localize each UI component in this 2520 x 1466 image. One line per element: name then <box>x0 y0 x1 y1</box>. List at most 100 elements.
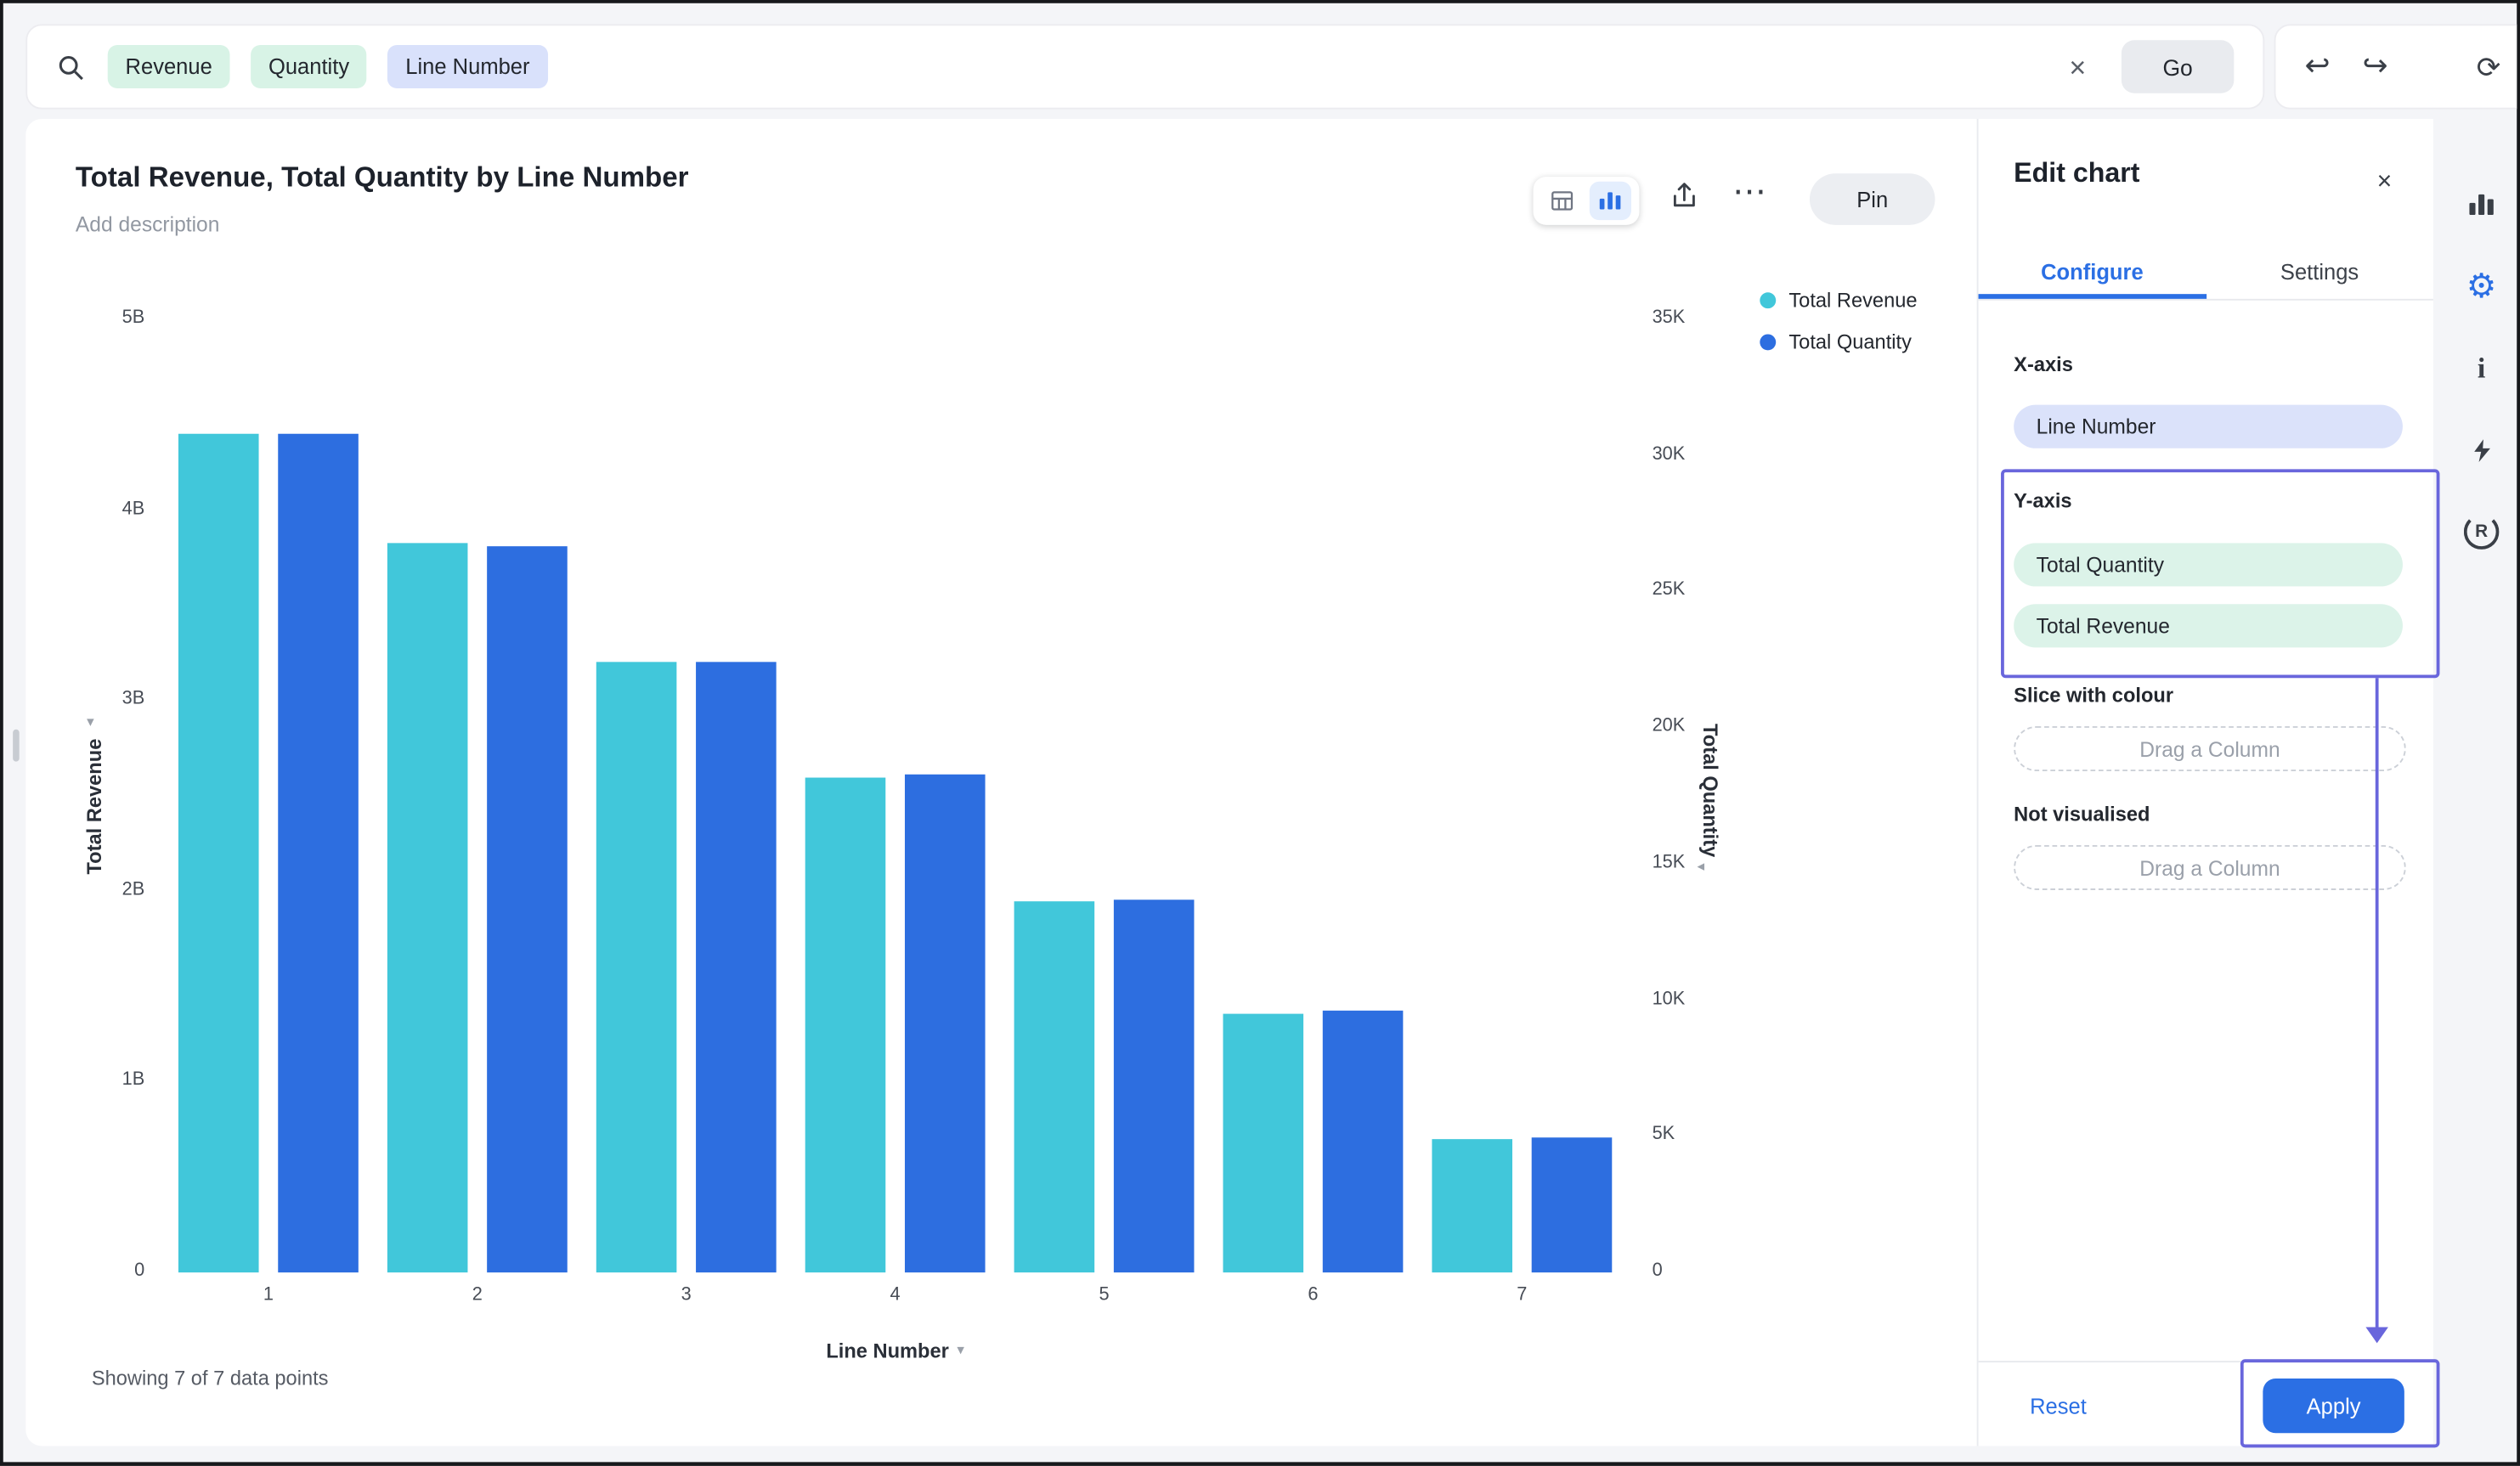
legend-dot-icon <box>1760 334 1777 351</box>
y-axis-right-title[interactable]: Total Quantity <box>1698 724 1720 857</box>
r-letter: R <box>2463 514 2500 550</box>
legend-dot-icon <box>1760 292 1777 309</box>
undo-icon[interactable]: ↩ <box>2305 52 2331 82</box>
y-axis-left-sort-caret-icon: ▾ <box>87 713 94 730</box>
chart-view-icon[interactable] <box>1590 181 1632 221</box>
x-tick-label: 2 <box>472 1285 483 1305</box>
y-tick-label-left: 2B <box>121 880 145 899</box>
x-tick-label: 7 <box>1517 1285 1528 1305</box>
legend-item[interactable]: Total Revenue <box>1760 289 1918 312</box>
bar-total-quantity[interactable] <box>696 663 777 1273</box>
y-tick-label-right: 20K <box>1652 716 1686 736</box>
y-tick-label-left: 4B <box>121 499 145 519</box>
go-button[interactable]: Go <box>2121 40 2235 93</box>
bar-total-revenue[interactable] <box>596 663 677 1273</box>
edit-chart-panel: Edit chart × Configure Settings X-axis L… <box>1976 118 2440 1448</box>
viz-type-toggle <box>1533 177 1640 225</box>
bar-total-revenue[interactable] <box>1014 900 1095 1273</box>
y-axis-column-pill-total-revenue[interactable]: Total Revenue <box>2014 604 2403 648</box>
panel-resize-handle[interactable] <box>13 729 20 762</box>
bar-total-quantity[interactable] <box>904 774 986 1273</box>
x-tick-label: 4 <box>890 1285 901 1305</box>
search-token-line-number[interactable]: Line Number <box>387 44 548 89</box>
chart-card: Total Revenue, Total Quantity by Line Nu… <box>25 118 1977 1446</box>
y-tick-label-left: 0 <box>134 1260 145 1281</box>
x-tick-label: 3 <box>681 1285 692 1305</box>
bar-total-quantity[interactable] <box>1113 899 1195 1273</box>
chart-legend: Total Revenue Total Quantity <box>1760 289 1918 353</box>
x-axis-sort-caret-icon: ▾ <box>957 1341 964 1358</box>
bar-total-revenue[interactable] <box>178 434 259 1273</box>
bar-total-revenue[interactable] <box>1432 1139 1512 1273</box>
tab-configure[interactable]: Configure <box>1978 247 2206 299</box>
bar-total-revenue[interactable] <box>387 542 468 1273</box>
x-tick-label: 6 <box>1308 1285 1319 1305</box>
y-tick-label-right: 10K <box>1652 989 1686 1009</box>
chart-title: Total Revenue, Total Quantity by Line Nu… <box>75 161 689 193</box>
y-tick-label-left: 3B <box>121 689 145 709</box>
not-visualised-section-label: Not visualised <box>2014 803 2150 826</box>
bar-total-revenue[interactable] <box>805 776 886 1273</box>
app-root: Revenue Quantity Line Number × Go ↩ ↪ ⟳ … <box>0 0 2520 1466</box>
search-icon <box>56 52 85 81</box>
x-axis-title-text: Line Number <box>826 1339 949 1363</box>
lightning-icon[interactable] <box>2461 429 2502 471</box>
legend-item[interactable]: Total Quantity <box>1760 331 1917 353</box>
y-tick-label-right: 30K <box>1652 444 1686 465</box>
slice-section-label: Slice with colour <box>2014 684 2174 708</box>
x-axis-title[interactable]: Line Number ▾ <box>164 1340 1626 1362</box>
legend-label: Total Quantity <box>1788 330 1912 354</box>
clear-search-icon[interactable]: × <box>2069 52 2086 81</box>
search-token-revenue[interactable]: Revenue <box>107 44 230 89</box>
bar-total-quantity[interactable] <box>1322 1011 1404 1273</box>
panel-tabs: Configure Settings <box>1978 247 2433 301</box>
legend-label: Total Revenue <box>1788 289 1918 312</box>
panel-footer: Reset Apply <box>1978 1359 2440 1448</box>
r-analysis-icon[interactable]: R <box>2461 511 2502 553</box>
x-axis-section-label: X-axis <box>2014 353 2073 376</box>
not-visualised-drop-zone[interactable]: Drag a Column <box>2014 844 2406 890</box>
panel-title: Edit chart <box>2014 157 2140 189</box>
bar-total-quantity[interactable] <box>487 545 568 1273</box>
y-tick-label-left: 1B <box>121 1070 145 1091</box>
annotation-arrow-line <box>2375 678 2379 1331</box>
table-view-icon[interactable] <box>1540 182 1582 220</box>
gear-icon[interactable]: ⚙ <box>2461 265 2502 307</box>
y-tick-label-right: 5K <box>1652 1125 1675 1145</box>
y-axis-left-title[interactable]: Total Revenue <box>83 739 105 875</box>
data-points-status: Showing 7 of 7 data points <box>91 1367 329 1390</box>
y-tick-label-right: 25K <box>1652 580 1686 600</box>
history-bar: ↩ ↪ ⟳ <box>2274 24 2517 110</box>
redo-icon[interactable]: ↪ <box>2363 52 2388 82</box>
tab-settings[interactable]: Settings <box>2206 247 2433 299</box>
annotation-arrow-head <box>2365 1327 2388 1344</box>
more-options-icon[interactable]: ⋯ <box>1732 172 1766 211</box>
y-axis-section-label: Y-axis <box>2014 489 2072 513</box>
refresh-icon[interactable]: ⟳ <box>2477 52 2501 81</box>
share-icon[interactable] <box>1668 180 1700 212</box>
y-axis-right-sort-caret-icon: ◂ <box>1697 858 1705 875</box>
pin-button[interactable]: Pin <box>1809 173 1935 225</box>
search-token-quantity[interactable]: Quantity <box>251 44 367 89</box>
y-tick-label-right: 35K <box>1652 308 1686 328</box>
apply-button[interactable]: Apply <box>2263 1378 2404 1434</box>
x-tick-label: 1 <box>263 1285 274 1305</box>
y-axis-column-pill-total-quantity[interactable]: Total Quantity <box>2014 543 2403 587</box>
bar-total-quantity[interactable] <box>1531 1137 1613 1273</box>
y-tick-label-right: 15K <box>1652 853 1686 872</box>
x-tick-label: 5 <box>1099 1285 1110 1305</box>
reset-button[interactable]: Reset <box>2030 1395 2087 1418</box>
x-axis-column-pill[interactable]: Line Number <box>2014 404 2403 448</box>
slice-drop-zone[interactable]: Drag a Column <box>2014 726 2406 771</box>
bar-total-quantity[interactable] <box>278 434 359 1273</box>
chart-panel-icon[interactable] <box>2461 183 2502 225</box>
plot-area <box>164 319 1626 1273</box>
close-panel-icon[interactable]: × <box>2377 170 2393 196</box>
search-bar[interactable]: Revenue Quantity Line Number × Go <box>25 24 2265 110</box>
y-tick-label-right: 0 <box>1652 1260 1663 1281</box>
bar-total-revenue[interactable] <box>1223 1013 1304 1273</box>
info-icon[interactable]: i <box>2461 347 2502 389</box>
right-icon-rail: ⚙ i R <box>2446 183 2517 553</box>
add-description[interactable]: Add description <box>76 212 220 236</box>
y-tick-label-left: 5B <box>121 308 145 328</box>
